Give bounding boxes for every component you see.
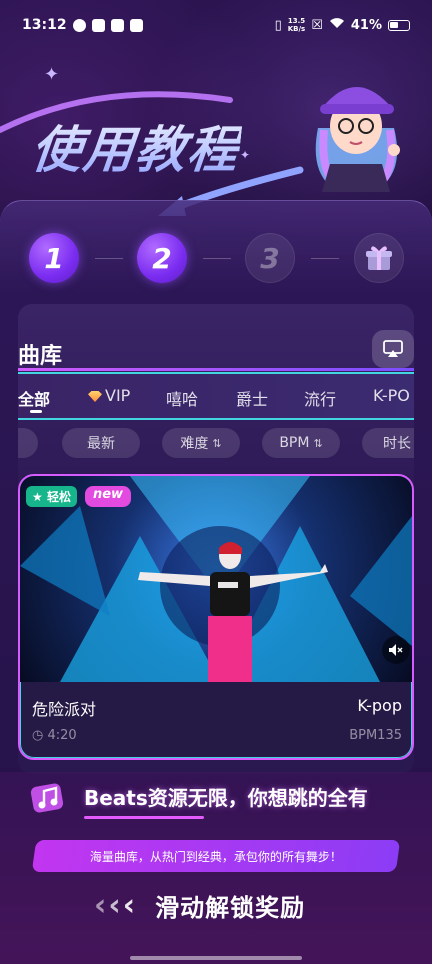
speaker-mute-icon	[389, 644, 403, 656]
music-note-icon	[30, 783, 64, 813]
battery-percent: 41%	[350, 17, 382, 33]
mute-button[interactable]	[382, 636, 410, 664]
step-connector	[203, 258, 231, 259]
cast-icon	[383, 340, 403, 357]
filter-latest[interactable]: 最新	[62, 428, 140, 458]
swipe-label: 滑动解锁奖励	[155, 894, 306, 922]
sparkle-icon: ✦	[44, 64, 60, 85]
difficulty-badge: ★ 轻松	[26, 486, 77, 507]
cast-button[interactable]	[372, 330, 414, 368]
mail-icon	[110, 18, 124, 32]
song-badges: ★ 轻松 new	[26, 486, 132, 507]
song-duration-value: 4:20	[47, 728, 77, 743]
filter-bpm[interactable]: BPM ⇅	[262, 428, 340, 458]
tab-active-underline	[30, 410, 42, 413]
filter-duration[interactable]: 时长	[362, 428, 414, 458]
net-speed-value: 13.5	[287, 17, 306, 25]
swipe-left-chevrons-icon: ‹ ‹ ‹	[94, 888, 136, 923]
library-preview: 曲库 全部 VIP 嘻哈 爵士 流行 K-PO 最新 难度⇅ BPM⇅ 时长	[18, 304, 414, 774]
tab-hiphop[interactable]: 嘻哈	[166, 386, 198, 410]
tab-all[interactable]: 全部	[18, 386, 50, 410]
song-bpm: BPM135	[349, 728, 402, 743]
page-title: 使用教程	[28, 110, 244, 182]
step-3[interactable]: 3	[245, 233, 295, 283]
filter-difficulty-label: 难度	[180, 436, 209, 452]
app-notification-icon	[91, 18, 105, 32]
promo-subtitle-banner: 海量曲库，从热门到经典，承包你的所有舞步！	[31, 840, 401, 872]
song-duration: ◷ 4:20	[32, 728, 77, 743]
library-tabs: 全部 VIP 嘻哈 爵士 流行 K-PO	[18, 368, 414, 420]
gift-icon	[366, 246, 392, 270]
sort-icon: ⇅	[313, 436, 323, 450]
tab-vip-label: VIP	[105, 386, 131, 405]
new-badge: new	[84, 486, 132, 507]
song-genre: K-pop	[357, 696, 402, 715]
avatar-character	[315, 87, 400, 192]
sparkle-icon: ✦	[240, 148, 251, 162]
diamond-icon	[88, 391, 102, 402]
tab-pop[interactable]: 流行	[304, 386, 336, 410]
tab-vip[interactable]: VIP	[88, 386, 130, 405]
step-reward-gift[interactable]	[354, 233, 404, 283]
check-icon	[72, 18, 86, 32]
clock-icon: ◷	[32, 728, 44, 743]
song-card[interactable]: ★ 轻松 new 危险派对 K-pop ◷ 4:20 BPM135	[18, 474, 414, 760]
status-right: ▯ 13.5 KB/s ☒ 41%	[275, 17, 410, 33]
difficulty-badge-label: 轻松	[46, 490, 71, 504]
library-title: 曲库	[18, 344, 63, 369]
sort-icon: ⇅	[212, 436, 222, 450]
song-name: 危险派对	[32, 700, 97, 719]
battery-icon	[388, 19, 410, 31]
signal-off-icon: ☒	[311, 17, 323, 33]
filter-bpm-label: BPM	[279, 435, 310, 451]
status-bar: 13:12 ▯ 13.5 KB/s ☒ 41%	[0, 0, 432, 50]
filter-chip-partial[interactable]	[18, 428, 38, 458]
promo-subtitle: 海量曲库，从热门到经典，承包你的所有舞步！	[89, 849, 342, 864]
home-indicator[interactable]	[130, 956, 302, 960]
net-speed: 13.5 KB/s	[288, 17, 305, 33]
promo-headline: Beats资源无限，你想跳的全有	[84, 786, 368, 810]
wifi-icon	[329, 17, 345, 33]
tab-jazz[interactable]: 爵士	[236, 386, 268, 410]
status-time: 13:12	[22, 17, 67, 33]
filter-bar: 最新 难度 ⇅ BPM ⇅ 时长	[18, 428, 414, 462]
filter-difficulty[interactable]: 难度 ⇅	[162, 428, 240, 458]
step-connector	[311, 258, 339, 259]
song-cover: ★ 轻松 new	[20, 476, 412, 682]
vibrate-icon: ▯	[274, 17, 282, 33]
net-speed-unit: KB/s	[287, 25, 306, 33]
tab-kpop[interactable]: K-PO	[373, 386, 410, 405]
gallery-icon	[129, 18, 143, 32]
promo-headline-underline	[84, 816, 204, 819]
swipe-to-unlock[interactable]: ‹ ‹ ‹ 滑动解锁奖励	[94, 888, 305, 923]
step-2[interactable]: 2	[137, 233, 187, 283]
step-connector	[95, 258, 123, 259]
step-indicator: 1 2 3	[0, 233, 432, 289]
step-1[interactable]: 1	[29, 233, 79, 283]
